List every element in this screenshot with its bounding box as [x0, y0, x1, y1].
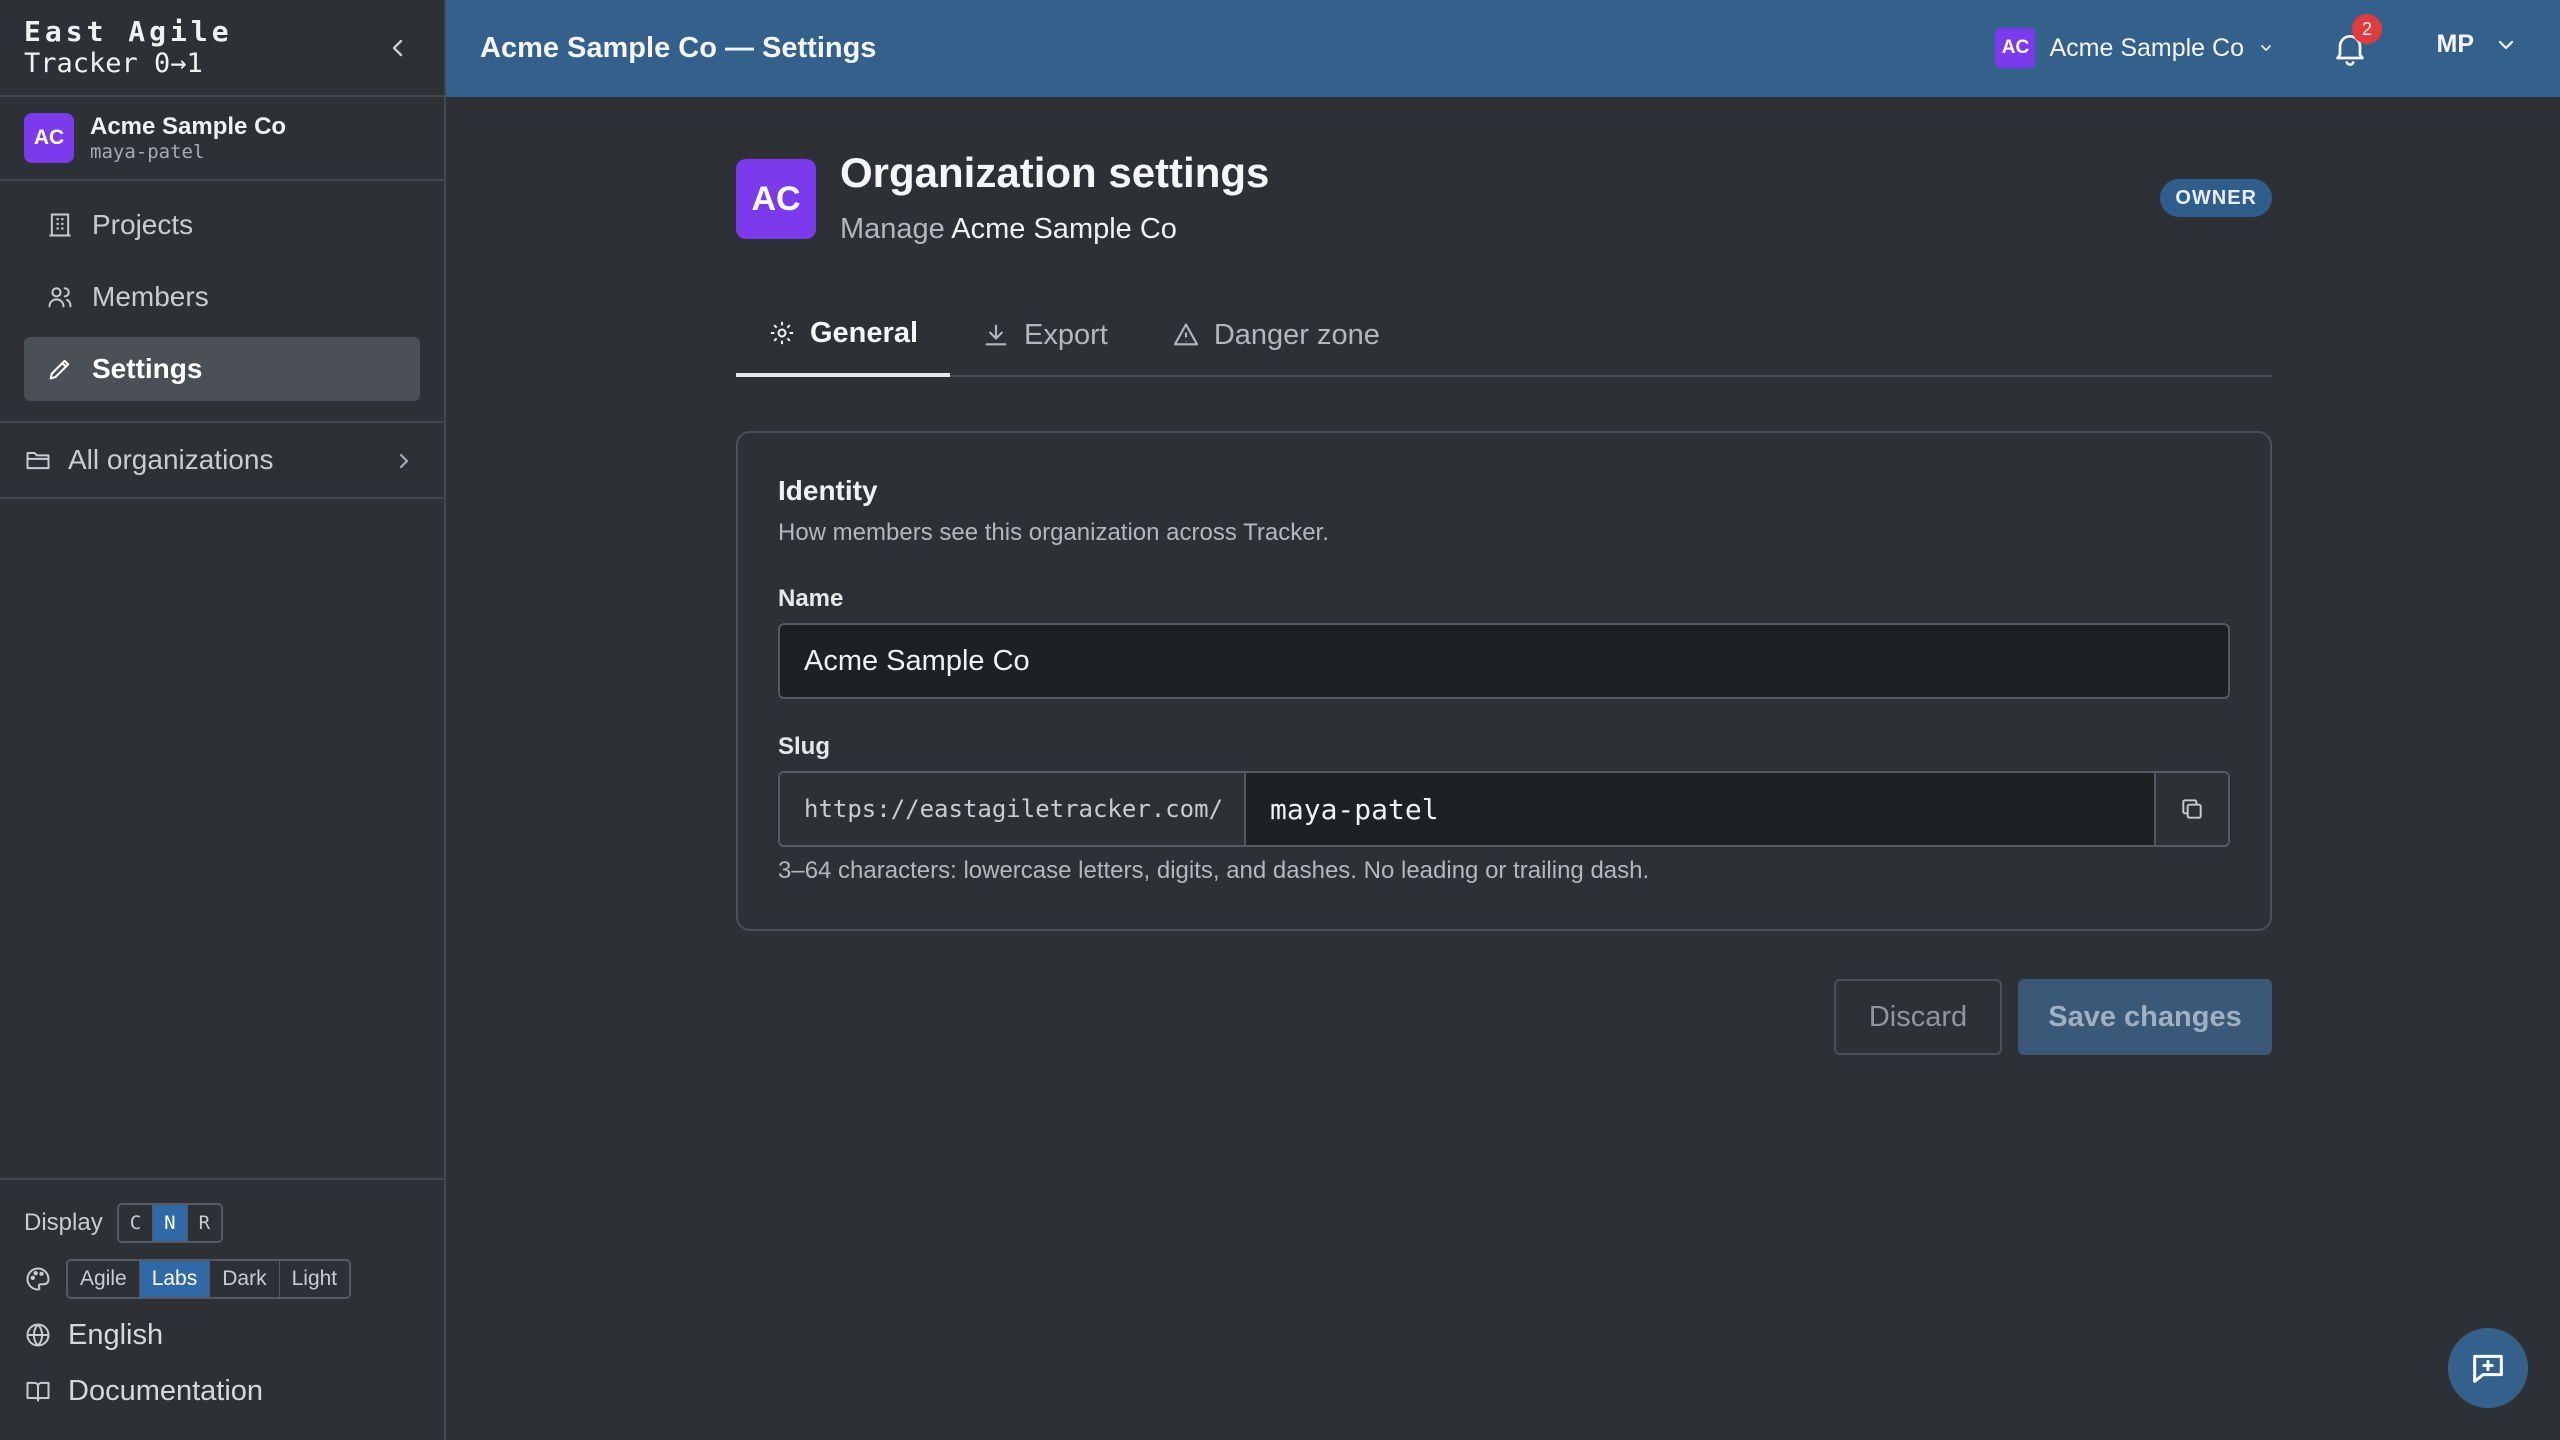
- sidebar-nav: Projects Members Settings: [0, 181, 444, 423]
- theme-toggle: Agile Labs Dark Light: [66, 1259, 352, 1299]
- org-slug: maya-patel: [90, 141, 205, 163]
- org-switcher-avatar: AC: [1995, 28, 2036, 68]
- identity-title: Identity: [778, 475, 878, 506]
- subtitle-prefix: Manage: [840, 213, 945, 245]
- message-plus-icon: [2473, 1354, 2503, 1383]
- save-changes-button[interactable]: Save changes: [2018, 979, 2272, 1055]
- all-organizations-link[interactable]: All organizations: [0, 423, 444, 499]
- collapse-sidebar-button[interactable]: [382, 32, 414, 64]
- form-actions: Discard Save changes: [1834, 979, 2272, 1055]
- pencil-icon: [46, 355, 74, 383]
- org-avatar-large: AC: [736, 159, 816, 239]
- identity-description: How members see this organization across…: [778, 519, 1329, 546]
- documentation-label: Documentation: [68, 1374, 264, 1407]
- theme-picker: Agile Labs Dark Light: [24, 1258, 420, 1300]
- tab-danger-zone[interactable]: Danger zone: [1140, 293, 1412, 377]
- display-option-n[interactable]: N: [153, 1205, 188, 1241]
- documentation-link[interactable]: Documentation: [24, 1370, 420, 1412]
- palette-icon: [24, 1265, 52, 1293]
- sidebar-item-label: Members: [92, 281, 209, 312]
- gear-icon: [768, 319, 796, 347]
- copy-icon: [2182, 799, 2202, 819]
- theme-option-labs[interactable]: Labs: [139, 1261, 211, 1297]
- users-icon: [46, 283, 74, 311]
- language-label: English: [68, 1318, 164, 1351]
- org-switcher-name: Acme Sample Co: [2049, 33, 2244, 62]
- slug-help-text: 3–64 characters: lowercase letters, digi…: [778, 857, 1650, 884]
- page-breadcrumb-title: Acme Sample Co — Settings: [480, 32, 877, 64]
- slug-input[interactable]: maya-patel: [1246, 773, 2154, 845]
- display-option-c[interactable]: C: [119, 1205, 154, 1241]
- user-initials: MP: [2436, 30, 2475, 58]
- settings-tabs: General Export Danger zone: [736, 293, 2272, 377]
- tab-export[interactable]: Export: [950, 293, 1140, 377]
- download-icon: [982, 321, 1010, 349]
- theme-option-light[interactable]: Light: [280, 1261, 350, 1297]
- display-toggle: C N R: [116, 1203, 224, 1243]
- chevron-right-icon: [394, 447, 414, 475]
- chevron-left-icon: [392, 39, 403, 57]
- sidebar-item-label: Projects: [92, 209, 194, 240]
- feedback-button[interactable]: [2448, 1328, 2528, 1408]
- page-title: Organization settings: [840, 149, 1270, 196]
- notification-count-badge: 2: [2352, 14, 2382, 44]
- sidebar-footer: Display C N R Agile Labs Dark Light Engl…: [0, 1178, 444, 1440]
- role-badge: OWNER: [2160, 179, 2272, 217]
- sidebar: East Agile Tracker 0→1 AC Acme Sample Co…: [0, 0, 446, 1440]
- settings-header: AC Organization settings Manage Acme Sam…: [736, 97, 2272, 277]
- sidebar-item-members[interactable]: Members: [24, 265, 420, 329]
- sidebar-item-settings[interactable]: Settings: [24, 337, 420, 401]
- all-organizations-label: All organizations: [68, 444, 274, 475]
- chevron-down-icon: [2261, 45, 2271, 51]
- theme-option-dark[interactable]: Dark: [210, 1261, 280, 1297]
- subtitle-org-name: Acme Sample Co: [951, 213, 1177, 245]
- brand-product: Tracker 0→1: [24, 48, 203, 79]
- display-label: Display: [24, 1209, 103, 1236]
- org-switcher[interactable]: AC Acme Sample Co: [1995, 28, 2274, 68]
- globe-icon: [24, 1321, 52, 1349]
- brand: East Agile Tracker 0→1: [0, 0, 444, 97]
- tab-label: Danger zone: [1213, 318, 1380, 351]
- current-org[interactable]: AC Acme Sample Co maya-patel: [0, 97, 444, 181]
- sidebar-item-label: Settings: [92, 353, 203, 384]
- org-name: Acme Sample Co: [90, 113, 287, 140]
- main-content: AC Organization settings Manage Acme Sam…: [736, 97, 2272, 1055]
- book-icon: [24, 1377, 52, 1405]
- slug-label: Slug: [778, 733, 830, 760]
- slug-field: https://eastagiletracker.com/ maya-patel: [778, 771, 2230, 847]
- notifications-button[interactable]: 2: [2330, 14, 2382, 68]
- display-option-r[interactable]: R: [188, 1205, 221, 1241]
- theme-option-agile[interactable]: Agile: [68, 1261, 140, 1297]
- user-menu[interactable]: MP: [2437, 30, 2517, 59]
- folder-icon: [24, 446, 52, 474]
- display-density: Display C N R: [24, 1202, 420, 1244]
- name-label: Name: [778, 585, 844, 612]
- tab-label: Export: [1024, 318, 1108, 351]
- sidebar-item-projects[interactable]: Projects: [24, 193, 420, 257]
- chevron-down-icon: [2498, 40, 2514, 49]
- identity-card: Identity How members see this organizati…: [736, 431, 2272, 931]
- warning-icon: [1172, 321, 1200, 349]
- slug-url-prefix: https://eastagiletracker.com/: [780, 773, 1246, 845]
- copy-slug-button[interactable]: [2154, 773, 2228, 845]
- language-selector[interactable]: English: [24, 1314, 420, 1356]
- page-subtitle: Manage Acme Sample Co: [840, 213, 1177, 246]
- org-avatar: AC: [24, 113, 74, 163]
- top-bar: Acme Sample Co — Settings AC Acme Sample…: [446, 0, 2560, 97]
- building-icon: [46, 211, 74, 239]
- name-input[interactable]: Acme Sample Co: [778, 623, 2230, 699]
- tab-general[interactable]: General: [736, 293, 950, 377]
- tab-label: General: [810, 316, 918, 349]
- discard-button[interactable]: Discard: [1834, 979, 2002, 1055]
- brand-name: East Agile: [24, 15, 233, 48]
